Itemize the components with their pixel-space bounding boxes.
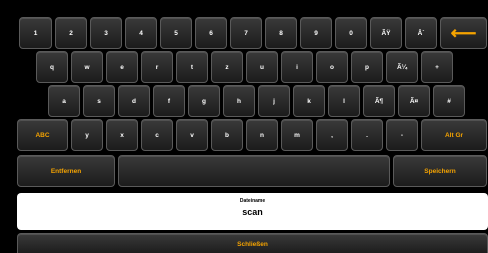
key-acute[interactable]: Â´ (405, 17, 437, 49)
key-a[interactable]: a (48, 85, 80, 117)
key-x[interactable]: x (106, 119, 138, 151)
key-period[interactable]: . (351, 119, 383, 151)
key-d[interactable]: d (118, 85, 150, 117)
key-v[interactable]: v (176, 119, 208, 151)
key-j[interactable]: j (258, 85, 290, 117)
key-b[interactable]: b (211, 119, 243, 151)
key-u[interactable]: u (246, 51, 278, 83)
key-n[interactable]: n (246, 119, 278, 151)
key-h[interactable]: h (223, 85, 255, 117)
close-button[interactable]: Schließen (17, 233, 488, 253)
key-e[interactable]: e (106, 51, 138, 83)
key-3[interactable]: 3 (90, 17, 122, 49)
key-i[interactable]: i (281, 51, 313, 83)
save-button[interactable]: Speichern (393, 155, 487, 187)
altgr-button[interactable]: Alt Gr (421, 119, 487, 151)
key-o[interactable]: o (316, 51, 348, 83)
key-hash[interactable]: # (433, 85, 465, 117)
key-l[interactable]: l (328, 85, 360, 117)
key-7[interactable]: 7 (230, 17, 262, 49)
key-z[interactable]: z (211, 51, 243, 83)
key-y[interactable]: y (71, 119, 103, 151)
key-c[interactable]: c (141, 119, 173, 151)
key-p[interactable]: p (351, 51, 383, 83)
key-9[interactable]: 9 (300, 17, 332, 49)
key-1[interactable]: 1 (19, 17, 52, 49)
filename-field[interactable]: Dateiname scan (17, 193, 488, 230)
key-eszett[interactable]: ÃŸ (370, 17, 402, 49)
key-s[interactable]: s (83, 85, 115, 117)
key-w[interactable]: w (71, 51, 103, 83)
filename-label: Dateiname (239, 198, 266, 204)
filename-value: scan (242, 207, 263, 217)
key-m[interactable]: m (281, 119, 313, 151)
key-k[interactable]: k (293, 85, 325, 117)
key-6[interactable]: 6 (195, 17, 227, 49)
key-2[interactable]: 2 (55, 17, 87, 49)
key-0[interactable]: 0 (335, 17, 367, 49)
key-g[interactable]: g (188, 85, 220, 117)
key-5[interactable]: 5 (160, 17, 192, 49)
key-comma[interactable]: , (316, 119, 348, 151)
left-arrow-icon: ⟵ (450, 23, 477, 43)
key-minus[interactable]: - (386, 119, 418, 151)
key-t[interactable]: t (176, 51, 208, 83)
space-bar[interactable] (118, 155, 390, 187)
key-o-umlaut[interactable]: Ã¶ (363, 85, 395, 117)
key-8[interactable]: 8 (265, 17, 297, 49)
key-u-umlaut[interactable]: Ã¼ (386, 51, 418, 83)
key-a-umlaut[interactable]: Ã¤ (398, 85, 430, 117)
key-q[interactable]: q (36, 51, 68, 83)
key-r[interactable]: r (141, 51, 173, 83)
abc-button[interactable]: ABC (17, 119, 68, 151)
key-4[interactable]: 4 (125, 17, 157, 49)
key-plus[interactable]: + (421, 51, 453, 83)
backspace-button[interactable]: ⟵ (440, 17, 487, 49)
key-f[interactable]: f (153, 85, 185, 117)
delete-button[interactable]: Entfernen (17, 155, 115, 187)
